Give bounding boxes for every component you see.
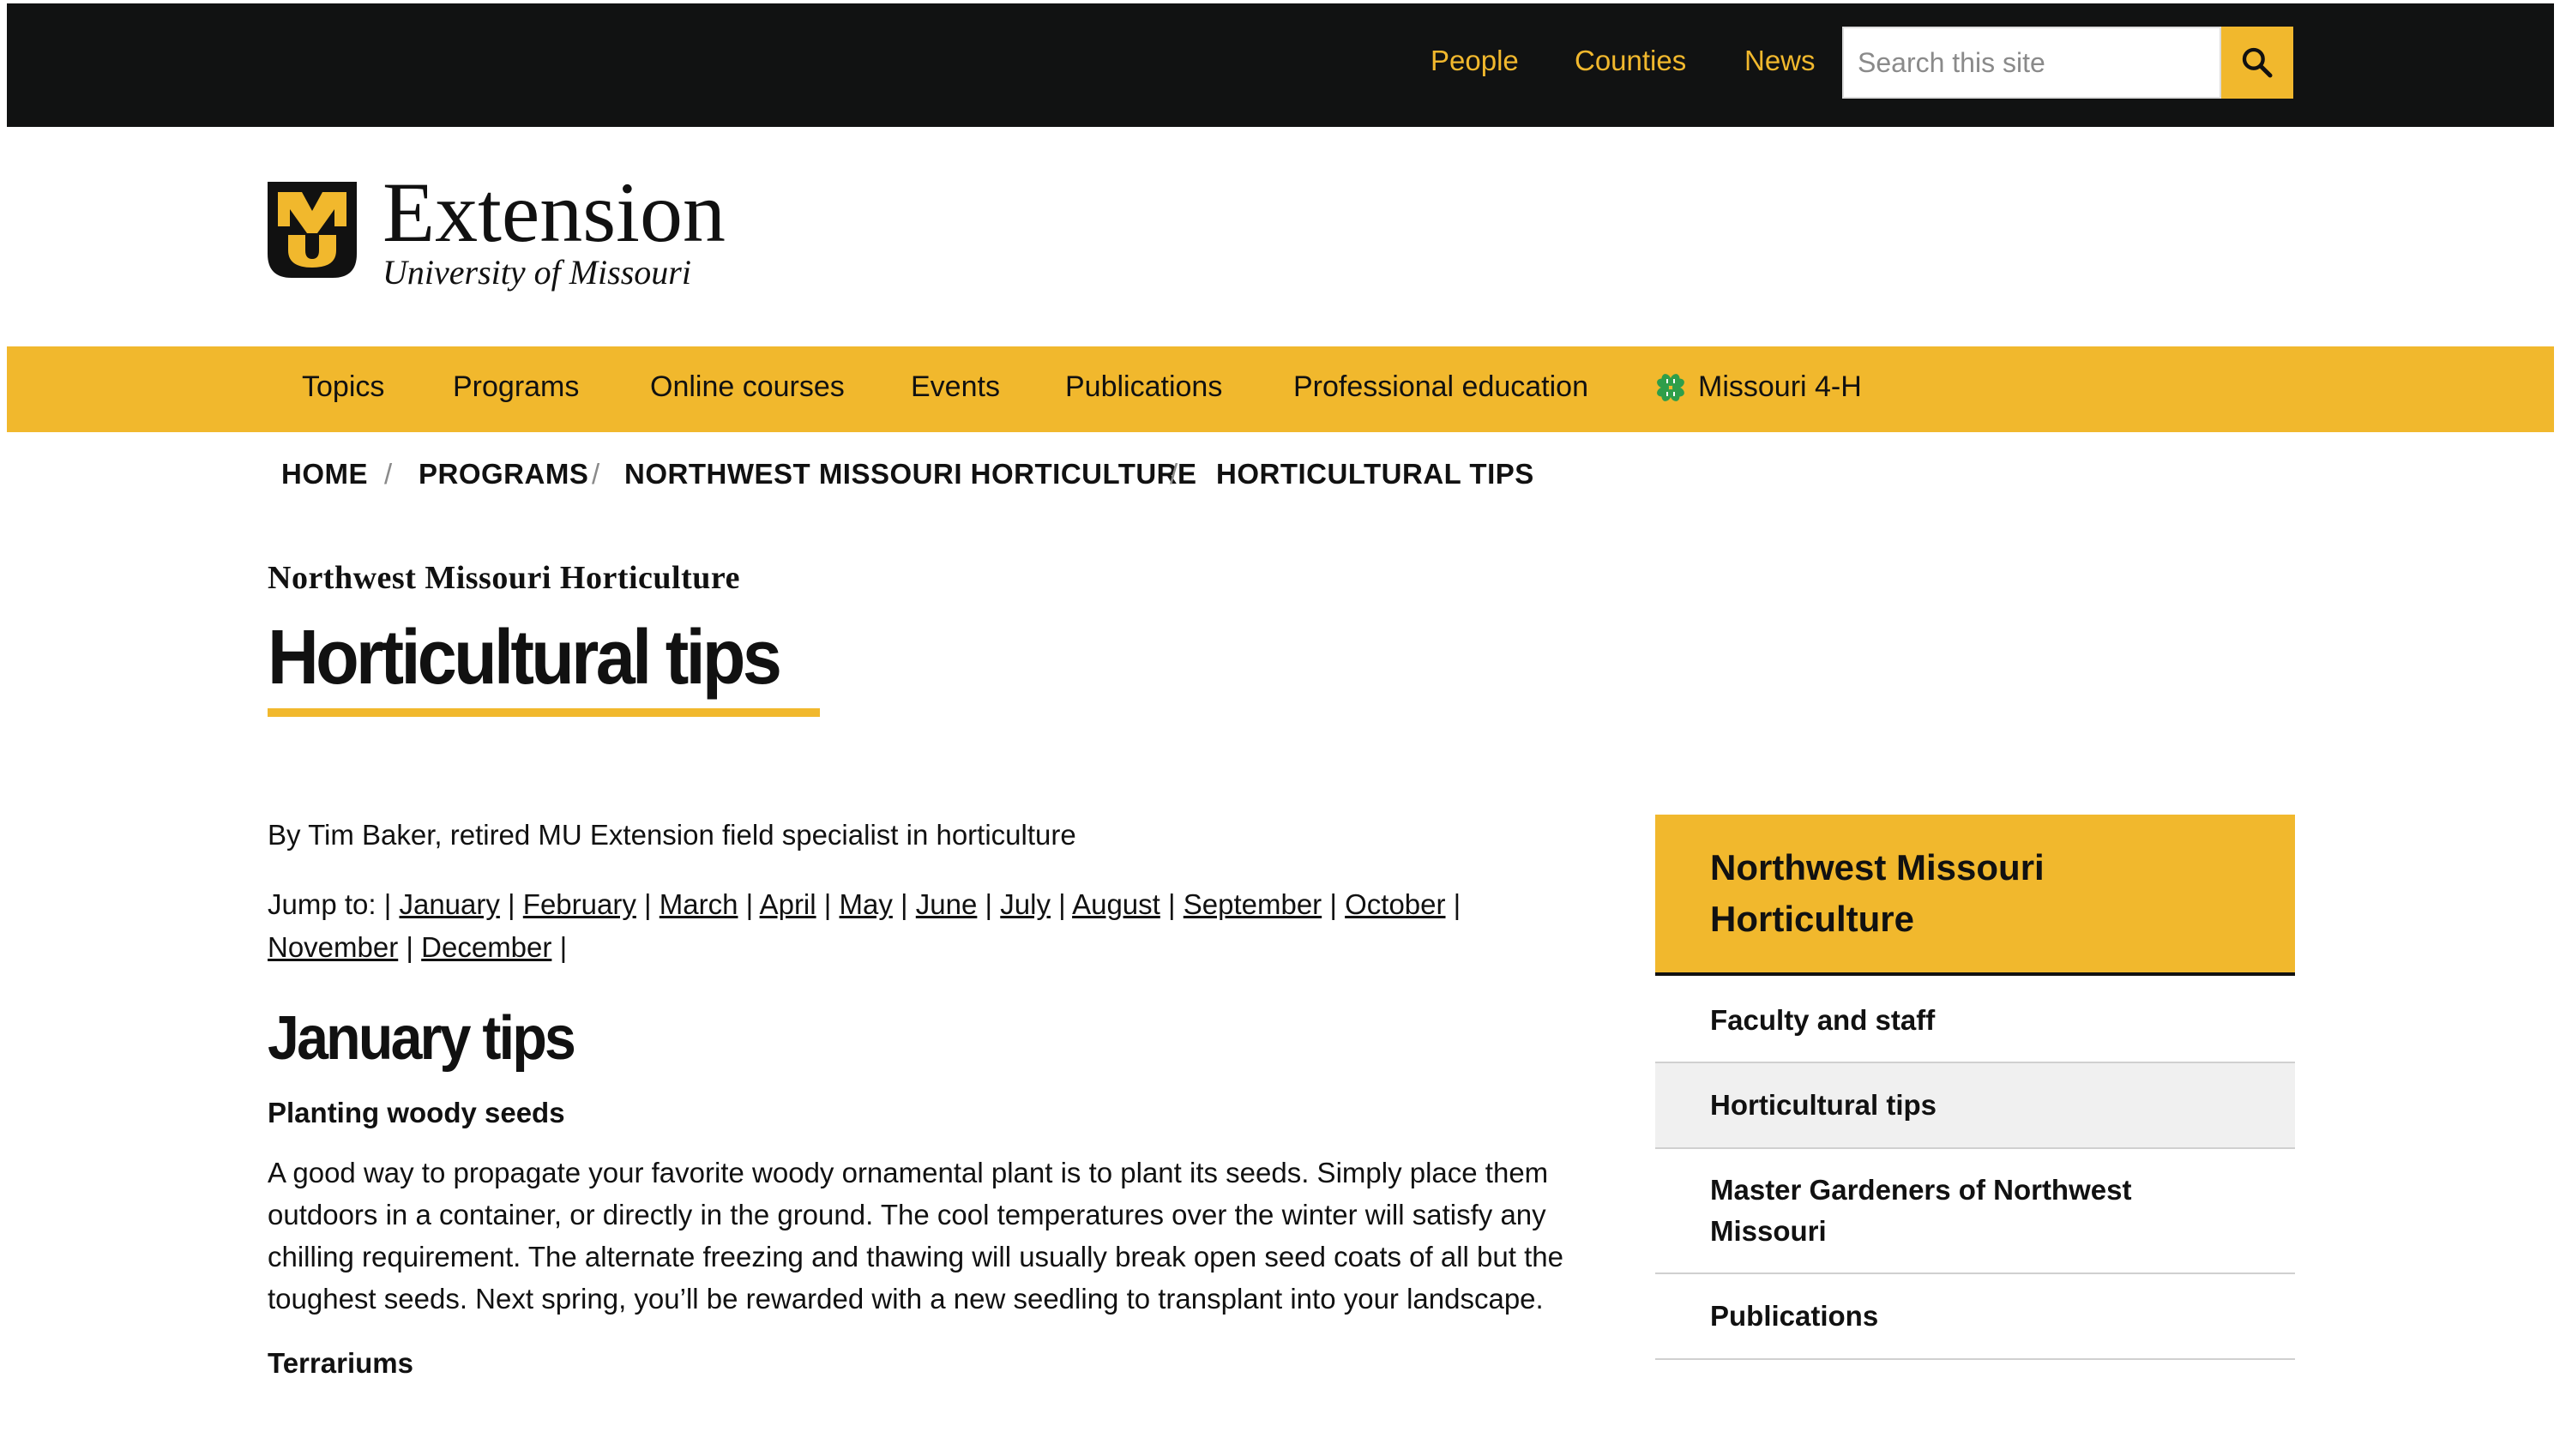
sidebar-item-master-gardeners[interactable]: Master Gardeners of Northwest Missouri <box>1655 1149 2295 1274</box>
nav-professional-education[interactable]: Professional education <box>1293 370 1588 404</box>
search-button[interactable] <box>2221 27 2293 99</box>
sidebar-item-publications[interactable]: Publications <box>1655 1274 2295 1360</box>
breadcrumb-programs[interactable]: PROGRAMS <box>419 458 588 490</box>
jump-link-august[interactable]: August <box>1072 888 1160 920</box>
sidebar-item-label: Publications <box>1710 1300 1879 1332</box>
jump-link-january[interactable]: January <box>399 888 499 920</box>
sidebar-item-label: Horticultural tips <box>1710 1089 1937 1121</box>
breadcrumb-northwest-missouri-horticulture[interactable]: NORTHWEST MISSOURI HORTICULTURE <box>624 458 1197 490</box>
breadcrumb-current: HORTICULTURAL TIPS <box>1216 458 1534 490</box>
breadcrumb-separator: / <box>384 458 393 490</box>
nav-missouri-4h[interactable]: Missouri 4-H <box>1698 370 1862 404</box>
page-kicker: Northwest Missouri Horticulture <box>268 560 740 596</box>
breadcrumb-home[interactable]: HOME <box>281 458 368 490</box>
sidebar-item-label: Master Gardeners of Northwest Missouri <box>1710 1174 2132 1247</box>
jump-link-november[interactable]: November <box>268 931 398 963</box>
page-title: Horticultural tips <box>268 615 782 701</box>
sidebar-heading-line2: Horticulture <box>1710 899 1915 939</box>
jump-link-june[interactable]: June <box>916 888 978 920</box>
mu-shield-logo <box>268 182 357 278</box>
nav-online-courses[interactable]: Online courses <box>650 370 845 404</box>
logo-wordmark: Extension <box>382 165 726 260</box>
sidebar-item-label: Faculty and staff <box>1710 1004 1936 1036</box>
jump-link-february[interactable]: February <box>523 888 636 920</box>
jump-link-july[interactable]: July <box>1000 888 1051 920</box>
nav-publications[interactable]: Publications <box>1065 370 1222 404</box>
paragraph-planting-woody-seeds: A good way to propagate your favorite wo… <box>268 1157 1563 1315</box>
month-jump-links: Jump to: | January | February | March | … <box>268 888 1461 963</box>
nav-topics[interactable]: Topics <box>302 370 384 404</box>
four-h-clover-icon <box>1657 374 1684 401</box>
jump-link-september[interactable]: September <box>1184 888 1322 920</box>
jump-link-october[interactable]: October <box>1345 888 1445 920</box>
site-logo[interactable]: Extension University of Missouri <box>268 170 748 295</box>
jump-label: Jump to: | <box>268 888 392 920</box>
search-icon <box>2242 47 2273 78</box>
search-input[interactable] <box>1844 28 2220 97</box>
subhead-terrariums: Terrariums <box>268 1347 413 1380</box>
sidebar-item-faculty-and-staff[interactable]: Faculty and staff <box>1655 979 2295 1063</box>
logo-subtitle: University of Missouri <box>382 253 691 292</box>
nav-programs[interactable]: Programs <box>453 370 579 404</box>
jump-link-march[interactable]: March <box>660 888 738 920</box>
topnav-news-link[interactable]: News <box>1744 45 1816 77</box>
sidebar-heading[interactable]: Northwest Missouri Horticulture <box>1655 815 2295 976</box>
sidebar-heading-line1: Northwest Missouri <box>1710 847 2045 887</box>
subhead-planting-woody-seeds: Planting woody seeds <box>268 1097 565 1129</box>
main-navigation: Topics Programs Online courses Events Pu… <box>7 346 2554 432</box>
jump-link-april[interactable]: April <box>760 888 816 920</box>
breadcrumb-separator: / <box>592 458 600 490</box>
sidebar-item-horticultural-tips[interactable]: Horticultural tips <box>1655 1063 2295 1149</box>
breadcrumb-separator: / <box>1170 458 1178 490</box>
section-title-january: January tips <box>268 1004 576 1073</box>
search-box <box>1842 27 2221 99</box>
topnav-counties-link[interactable]: Counties <box>1575 45 1686 77</box>
author-byline: By Tim Baker, retired MU Extension field… <box>268 819 1076 851</box>
jump-link-december[interactable]: December <box>421 931 551 963</box>
title-underline <box>268 708 820 717</box>
jump-link-may[interactable]: May <box>840 888 893 920</box>
main-content: By Tim Baker, retired MU Extension field… <box>268 815 1605 1380</box>
nav-events[interactable]: Events <box>911 370 1000 404</box>
topnav-people-link[interactable]: People <box>1431 45 1519 77</box>
